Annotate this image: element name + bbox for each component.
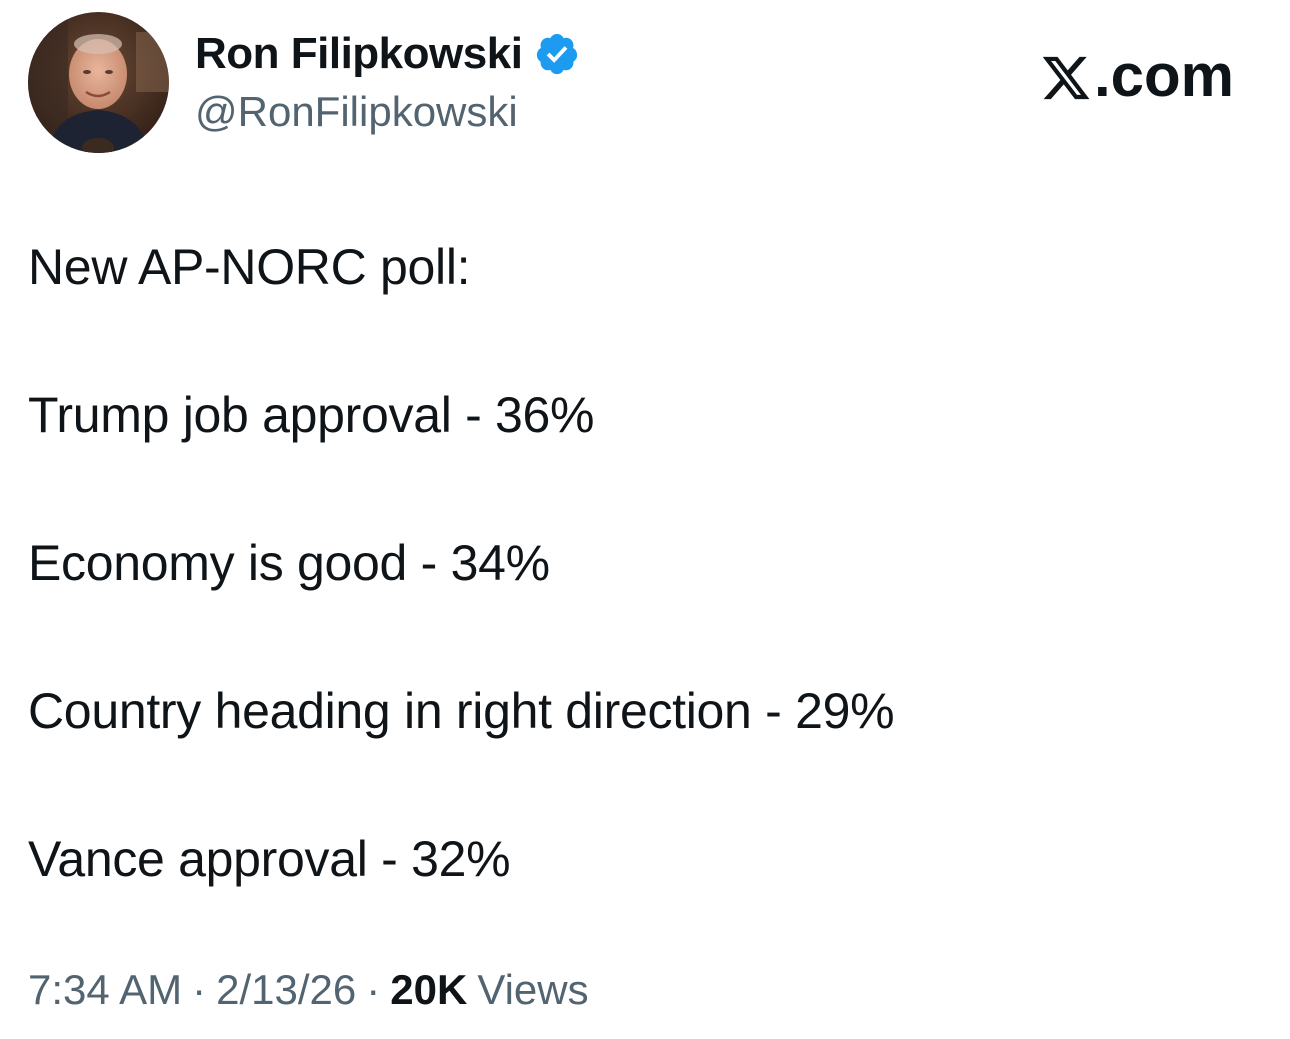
author-display-name[interactable]: Ron Filipkowski	[195, 29, 523, 79]
tweet-line-economy: Economy is good - 34%	[28, 535, 550, 591]
tweet-header: Ron Filipkowski @RonFilipkowski .com	[0, 0, 1290, 170]
author-handle[interactable]: @RonFilipkowski	[195, 88, 518, 136]
tweet-line-intro: New AP-NORC poll:	[28, 239, 471, 295]
brand-domain-label: .com	[1093, 41, 1234, 109]
tweet-meta: 7:34 AM · 2/13/26 · 20K Views	[28, 966, 589, 1014]
brand-watermark: .com	[1040, 40, 1234, 110]
meta-separator: ·	[192, 966, 207, 1013]
tweet-line-vance-approval: Vance approval - 32%	[28, 831, 511, 887]
tweet-text: New AP-NORC poll: Trump job approval - 3…	[28, 232, 1258, 894]
x-logo-icon	[1040, 49, 1092, 101]
tweet-line-country-direction: Country heading in right direction - 29%	[28, 683, 895, 739]
meta-separator: ·	[366, 966, 381, 1013]
tweet-time[interactable]: 7:34 AM	[28, 966, 182, 1014]
views-count[interactable]: 20K	[390, 966, 467, 1014]
views-label[interactable]: Views	[477, 966, 588, 1014]
avatar-photo-icon	[28, 12, 169, 153]
avatar[interactable]	[28, 12, 169, 153]
tweet-line-trump-approval: Trump job approval - 36%	[28, 387, 595, 443]
tweet-date[interactable]: 2/13/26	[216, 966, 356, 1014]
author-name-row: Ron Filipkowski	[195, 26, 580, 82]
verified-badge-icon[interactable]	[534, 31, 580, 77]
